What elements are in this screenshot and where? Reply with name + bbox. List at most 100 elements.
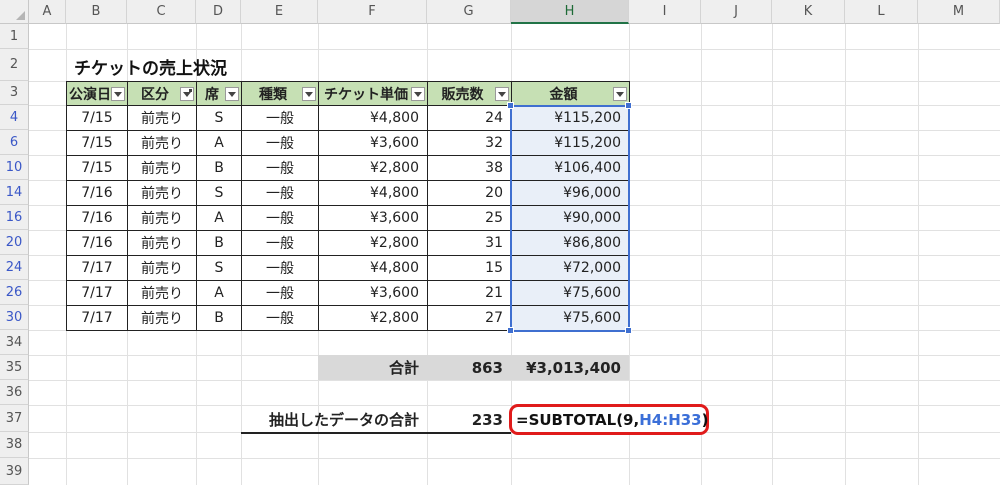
- table-cell[interactable]: 7/17: [66, 255, 128, 281]
- row-header-4[interactable]: 4: [0, 105, 29, 130]
- table-cell[interactable]: 前売り: [127, 305, 197, 331]
- table-cell[interactable]: S: [196, 180, 242, 206]
- row-header-16[interactable]: 16: [0, 205, 29, 230]
- table-cell[interactable]: S: [196, 255, 242, 281]
- row-header-24[interactable]: 24: [0, 255, 29, 280]
- row-header-36[interactable]: 36: [0, 380, 29, 405]
- column-header-c[interactable]: C: [127, 0, 196, 24]
- table-cell[interactable]: ¥3,600: [318, 205, 428, 231]
- filter-active-button[interactable]: [180, 87, 194, 101]
- selection-handle-tr[interactable]: [625, 102, 632, 109]
- filter-dropdown-button[interactable]: [111, 87, 125, 101]
- filter-dropdown-button[interactable]: [411, 87, 425, 101]
- range-selection[interactable]: [510, 105, 630, 332]
- column-header-l[interactable]: L: [845, 0, 918, 24]
- table-cell[interactable]: B: [196, 155, 242, 181]
- column-header-e[interactable]: E: [241, 0, 318, 24]
- table-cell[interactable]: ¥2,800: [318, 230, 428, 256]
- table-cell[interactable]: ¥3,600: [318, 280, 428, 306]
- table-cell[interactable]: 38: [427, 155, 512, 181]
- table-cell[interactable]: 前売り: [127, 130, 197, 156]
- table-cell[interactable]: A: [196, 205, 242, 231]
- table-cell[interactable]: B: [196, 230, 242, 256]
- table-cell[interactable]: 7/16: [66, 180, 128, 206]
- table-cell[interactable]: 一般: [241, 280, 319, 306]
- table-cell[interactable]: 前売り: [127, 255, 197, 281]
- filter-dropdown-button[interactable]: [495, 87, 509, 101]
- table-cell[interactable]: S: [196, 105, 242, 131]
- table-cell[interactable]: A: [196, 280, 242, 306]
- table-cell[interactable]: 一般: [241, 105, 319, 131]
- filter-dropdown-button[interactable]: [302, 87, 316, 101]
- table-cell[interactable]: 24: [427, 105, 512, 131]
- row-header-6[interactable]: 6: [0, 130, 29, 155]
- table-cell[interactable]: A: [196, 130, 242, 156]
- table-cell[interactable]: 一般: [241, 205, 319, 231]
- column-header-b[interactable]: B: [66, 0, 127, 24]
- row-header-37[interactable]: 37: [0, 405, 29, 432]
- row-header-20[interactable]: 20: [0, 230, 29, 255]
- table-cell[interactable]: 前売り: [127, 280, 197, 306]
- table-cell[interactable]: ¥2,800: [318, 155, 428, 181]
- table-cell[interactable]: 32: [427, 130, 512, 156]
- filter-dropdown-button[interactable]: [225, 87, 239, 101]
- formula-cell[interactable]: =SUBTOTAL(9, H4:H33): [509, 404, 709, 435]
- column-header-m[interactable]: M: [918, 0, 1000, 24]
- table-cell[interactable]: 前売り: [127, 180, 197, 206]
- column-header-k[interactable]: K: [772, 0, 845, 24]
- table-cell[interactable]: 一般: [241, 255, 319, 281]
- table-cell[interactable]: 25: [427, 205, 512, 231]
- table-cell[interactable]: B: [196, 305, 242, 331]
- table-cell[interactable]: 一般: [241, 305, 319, 331]
- row-header-14[interactable]: 14: [0, 180, 29, 205]
- table-cell[interactable]: ¥4,800: [318, 105, 428, 131]
- row-header-2[interactable]: 2: [0, 49, 29, 81]
- selection-handle-tl[interactable]: [507, 102, 514, 109]
- table-cell[interactable]: 前売り: [127, 155, 197, 181]
- table-cell[interactable]: 前売り: [127, 230, 197, 256]
- table-cell[interactable]: ¥4,800: [318, 180, 428, 206]
- select-all-corner[interactable]: [0, 0, 29, 24]
- row-header-39[interactable]: 39: [0, 458, 29, 485]
- column-header-j[interactable]: J: [701, 0, 772, 24]
- table-cell[interactable]: 一般: [241, 155, 319, 181]
- table-cell[interactable]: 7/16: [66, 230, 128, 256]
- table-cell[interactable]: 7/15: [66, 130, 128, 156]
- column-header-d[interactable]: D: [196, 0, 241, 24]
- table-cell[interactable]: 27: [427, 305, 512, 331]
- row-header-35[interactable]: 35: [0, 355, 29, 380]
- column-header-a[interactable]: A: [29, 0, 66, 24]
- selection-handle-br[interactable]: [625, 327, 632, 334]
- table-cell[interactable]: 7/15: [66, 155, 128, 181]
- column-header-i[interactable]: I: [629, 0, 701, 24]
- table-cell[interactable]: 7/16: [66, 205, 128, 231]
- table-cell[interactable]: 20: [427, 180, 512, 206]
- filter-dropdown-button[interactable]: [613, 87, 627, 101]
- table-cell[interactable]: 15: [427, 255, 512, 281]
- table-cell[interactable]: 前売り: [127, 105, 197, 131]
- table-cell[interactable]: ¥3,600: [318, 130, 428, 156]
- row-header-3[interactable]: 3: [0, 81, 29, 105]
- row-header-30[interactable]: 30: [0, 305, 29, 330]
- column-header-f[interactable]: F: [318, 0, 427, 24]
- table-cell[interactable]: 前売り: [127, 205, 197, 231]
- table-cell[interactable]: ¥2,800: [318, 305, 428, 331]
- row-header-38[interactable]: 38: [0, 432, 29, 458]
- sheet-title: チケットの売上状況: [74, 59, 227, 79]
- row-header-10[interactable]: 10: [0, 155, 29, 180]
- row-header-34[interactable]: 34: [0, 330, 29, 355]
- row-header-26[interactable]: 26: [0, 280, 29, 305]
- selection-handle-bl[interactable]: [507, 327, 514, 334]
- table-cell[interactable]: ¥4,800: [318, 255, 428, 281]
- table-cell[interactable]: 7/17: [66, 280, 128, 306]
- table-cell[interactable]: 31: [427, 230, 512, 256]
- table-cell[interactable]: 21: [427, 280, 512, 306]
- table-cell[interactable]: 7/15: [66, 105, 128, 131]
- table-cell[interactable]: 7/17: [66, 305, 128, 331]
- table-cell[interactable]: 一般: [241, 180, 319, 206]
- table-cell[interactable]: 一般: [241, 130, 319, 156]
- table-cell[interactable]: 一般: [241, 230, 319, 256]
- row-header-1[interactable]: 1: [0, 24, 29, 49]
- column-header-h[interactable]: H: [511, 0, 629, 24]
- column-header-g[interactable]: G: [427, 0, 511, 24]
